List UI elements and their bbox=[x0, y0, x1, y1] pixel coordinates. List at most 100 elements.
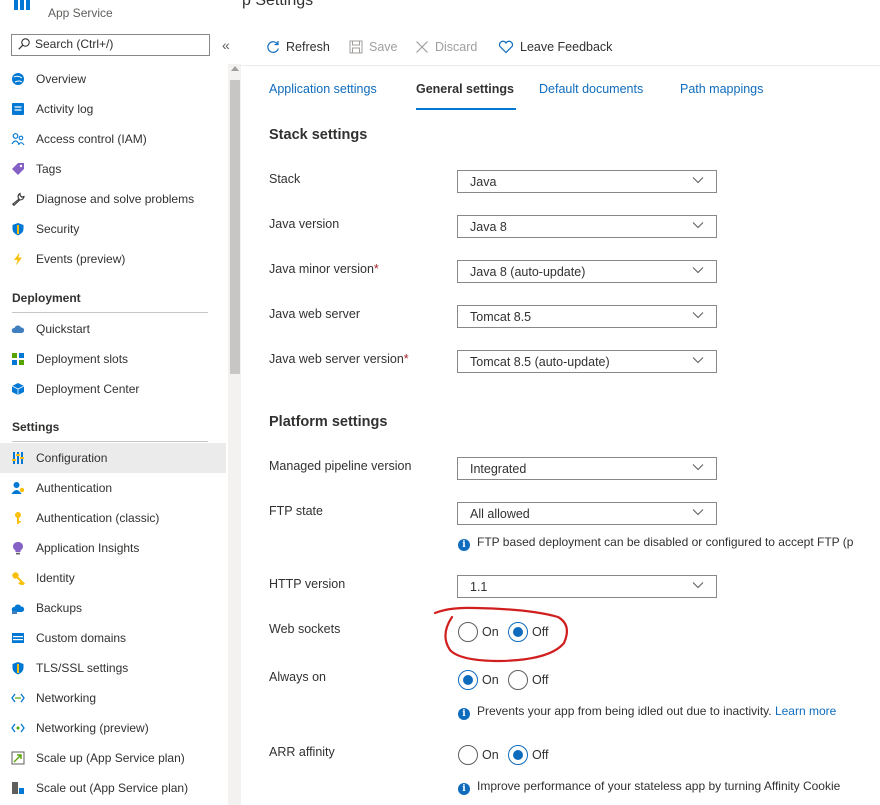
sidebar-item-networking-preview[interactable]: Networking (preview) bbox=[0, 713, 226, 743]
sidebar-item-events[interactable]: Events (preview) bbox=[0, 244, 226, 274]
arr-affinity-on-label[interactable]: On bbox=[482, 748, 499, 762]
java-web-server-label: Java web server bbox=[269, 307, 361, 321]
save-button[interactable]: Save bbox=[349, 36, 398, 58]
sidebar-item-deployment-center[interactable]: Deployment Center bbox=[0, 374, 226, 404]
sidebar-item-authentication[interactable]: Authentication bbox=[0, 473, 226, 503]
java-web-server-version-dropdown[interactable]: Tomcat 8.5 (auto-update) bbox=[457, 350, 717, 373]
sidebar-item-label: Backups bbox=[36, 601, 83, 615]
sidebar-item-backups[interactable]: Backups bbox=[0, 593, 226, 623]
refresh-button[interactable]: Refresh bbox=[266, 36, 330, 58]
info-icon: i bbox=[458, 783, 470, 795]
tab-path-mappings[interactable]: Path mappings bbox=[680, 82, 763, 96]
java-web-server-value: Tomcat 8.5 bbox=[470, 310, 532, 324]
sidebar-item-identity[interactable]: Identity bbox=[0, 563, 226, 593]
sidebar-item-scale-out[interactable]: Scale out (App Service plan) bbox=[0, 773, 226, 803]
red-annotation-circle bbox=[433, 606, 569, 663]
tab-application-settings[interactable]: Application settings bbox=[269, 82, 377, 96]
java-version-dropdown[interactable]: Java 8 bbox=[457, 215, 717, 238]
sidebar-item-configuration[interactable]: Configuration bbox=[0, 443, 226, 473]
sidebar-item-security[interactable]: Security bbox=[0, 214, 226, 244]
save-icon bbox=[349, 40, 363, 54]
java-minor-version-label: Java minor version* bbox=[269, 262, 379, 276]
sidebar-scrollbar-thumb[interactable] bbox=[230, 80, 240, 374]
cloud-icon bbox=[11, 325, 25, 333]
sidebar-item-activity-log[interactable]: Activity log bbox=[0, 94, 226, 124]
sidebar-item-quickstart[interactable]: Quickstart bbox=[0, 314, 226, 344]
sidebar-item-networking[interactable]: Networking bbox=[0, 683, 226, 713]
sidebar-section-deployment: Deployment bbox=[12, 291, 81, 305]
stack-value: Java bbox=[470, 175, 497, 189]
network-icon bbox=[11, 693, 25, 703]
tab-default-documents[interactable]: Default documents bbox=[539, 82, 643, 96]
stack-dropdown[interactable]: Java bbox=[457, 170, 717, 193]
always-on-on-radio[interactable] bbox=[458, 670, 478, 690]
java-version-label: Java version bbox=[269, 217, 340, 231]
log-icon bbox=[12, 103, 24, 115]
collapse-sidebar-button[interactable]: « bbox=[222, 37, 230, 53]
domains-icon bbox=[12, 633, 24, 643]
sidebar-item-tags[interactable]: Tags bbox=[0, 154, 226, 184]
discard-button[interactable]: Discard bbox=[415, 36, 477, 58]
refresh-icon bbox=[267, 41, 279, 53]
sidebar-item-application-insights[interactable]: Application Insights bbox=[0, 533, 226, 563]
sidebar-item-custom-domains[interactable]: Custom domains bbox=[0, 623, 226, 653]
tag-icon bbox=[12, 163, 24, 175]
search-input[interactable]: Search (Ctrl+/) bbox=[11, 34, 210, 56]
http-version-label: HTTP version bbox=[269, 577, 346, 591]
sidebar-item-label: Networking (preview) bbox=[36, 721, 149, 735]
java-web-server-version-value: Tomcat 8.5 (auto-update) bbox=[470, 355, 610, 369]
shield-icon bbox=[12, 662, 24, 675]
sidebar-item-label: Configuration bbox=[36, 451, 108, 465]
arr-affinity-label: ARR affinity bbox=[269, 745, 335, 759]
required-asterisk: * bbox=[403, 352, 409, 366]
stack-settings-heading: Stack settings bbox=[269, 127, 368, 143]
sidebar-item-label: Networking bbox=[36, 691, 97, 705]
globe-icon bbox=[12, 73, 24, 85]
arr-affinity-off-label[interactable]: Off bbox=[532, 748, 548, 762]
sidebar-item-tls-ssl[interactable]: TLS/SSL settings bbox=[0, 653, 226, 683]
managed-pipeline-label: Managed pipeline version bbox=[269, 459, 412, 473]
http-version-dropdown[interactable]: 1.1 bbox=[457, 575, 717, 598]
slots-icon bbox=[12, 353, 24, 365]
managed-pipeline-dropdown[interactable]: Integrated bbox=[457, 457, 717, 480]
learn-more-link[interactable]: Learn more bbox=[775, 704, 836, 718]
chevron-down-icon bbox=[692, 464, 704, 471]
person-icon bbox=[11, 482, 25, 494]
page-title-fragment: p Settings bbox=[242, 0, 314, 9]
sidebar-item-diagnose[interactable]: Diagnose and solve problems bbox=[0, 184, 226, 214]
always-on-off-radio[interactable] bbox=[508, 670, 528, 690]
always-on-on-label[interactable]: On bbox=[482, 673, 499, 687]
sidebar-item-authentication-classic[interactable]: Authentication (classic) bbox=[0, 503, 226, 533]
search-placeholder: Search (Ctrl+/) bbox=[35, 37, 114, 51]
ftp-info-text: i FTP based deployment can be disabled or… bbox=[458, 535, 853, 551]
wrench-icon bbox=[11, 192, 25, 206]
sidebar-item-label: Custom domains bbox=[36, 631, 127, 645]
sidebar-item-label: Deployment Center bbox=[36, 382, 140, 396]
leave-feedback-button[interactable]: Leave Feedback bbox=[498, 36, 612, 58]
sidebar-item-scale-up[interactable]: Scale up (App Service plan) bbox=[0, 743, 226, 773]
sidebar-item-label: Activity log bbox=[36, 102, 94, 116]
ftp-state-dropdown[interactable]: All allowed bbox=[457, 502, 717, 525]
ftp-state-value: All allowed bbox=[470, 507, 530, 521]
java-web-server-dropdown[interactable]: Tomcat 8.5 bbox=[457, 305, 717, 328]
sidebar-section-settings: Settings bbox=[12, 420, 60, 434]
sidebar-item-deployment-slots[interactable]: Deployment slots bbox=[0, 344, 226, 374]
always-on-off-label[interactable]: Off bbox=[532, 673, 548, 687]
sidebar-item-label: Diagnose and solve problems bbox=[36, 192, 195, 206]
arr-affinity-off-radio[interactable] bbox=[508, 745, 528, 765]
scroll-up-arrow-icon[interactable] bbox=[231, 66, 239, 71]
tab-general-settings[interactable]: General settings bbox=[416, 82, 514, 96]
always-on-label: Always on bbox=[269, 670, 326, 684]
heart-icon bbox=[498, 40, 514, 54]
sidebar: Search (Ctrl+/) « Overview Activity log … bbox=[0, 28, 241, 805]
sidebar-item-access-control[interactable]: Access control (IAM) bbox=[0, 124, 226, 154]
lightning-icon bbox=[14, 252, 22, 266]
discard-label: Discard bbox=[435, 40, 478, 54]
arr-affinity-on-radio[interactable] bbox=[458, 745, 478, 765]
java-minor-version-value: Java 8 (auto-update) bbox=[470, 265, 586, 279]
java-version-value: Java 8 bbox=[470, 220, 507, 234]
java-minor-version-dropdown[interactable]: Java 8 (auto-update) bbox=[457, 260, 717, 283]
sidebar-item-overview[interactable]: Overview bbox=[0, 64, 226, 94]
sidebar-item-label: Access control (IAM) bbox=[36, 132, 147, 146]
search-icon bbox=[18, 38, 30, 50]
